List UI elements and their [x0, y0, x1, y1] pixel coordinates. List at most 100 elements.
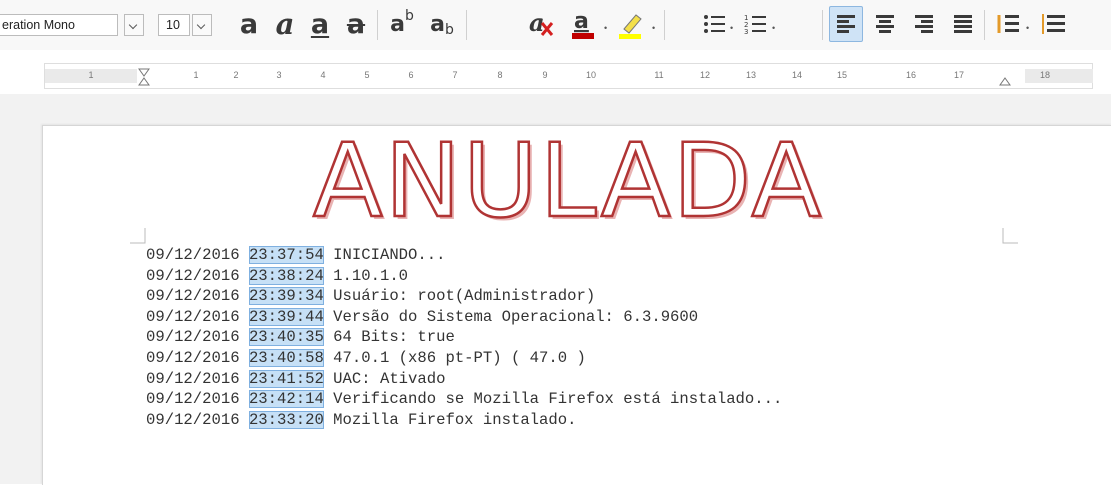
ruler-tick-label: 10	[585, 70, 597, 80]
log-date: 09/12/2016	[146, 287, 240, 306]
log-line: 09/12/2016 23:40:35 64 Bits: true	[146, 327, 782, 348]
superscript-icon[interactable]: ab	[384, 6, 420, 42]
svg-text:a: a	[574, 9, 589, 34]
log-time-selected[interactable]: 23:41:52	[248, 369, 324, 388]
log-message: Mozilla Firefox instalado.	[333, 410, 577, 429]
log-date: 09/12/2016	[146, 410, 240, 429]
bold-icon[interactable]: a	[236, 6, 262, 42]
text-boundary-corner-icon	[130, 228, 146, 244]
log-line: 09/12/2016 23:40:58 47.0.1 (x86 pt-PT) (…	[146, 348, 782, 369]
log-time-selected[interactable]: 23:37:54	[248, 246, 324, 264]
log-line: 09/12/2016 23:39:34 Usuário: root(Admini…	[146, 286, 782, 307]
ruler-tick-label: 18	[1039, 70, 1051, 80]
log-time-selected[interactable]: 23:39:34	[248, 287, 324, 306]
paragraph-spacing-svg	[1042, 14, 1065, 34]
ruler-tick-label: 2	[233, 70, 239, 80]
text-boundary-corner-icon	[1002, 228, 1018, 244]
toolbar-separator	[664, 10, 665, 40]
log-line: 09/12/2016 23:42:14 Verificando se Mozil…	[146, 389, 782, 410]
align-right-icon[interactable]	[907, 6, 941, 42]
ruler-tick-label: 6	[408, 70, 414, 80]
log-date: 09/12/2016	[146, 266, 240, 285]
ruler-tick-label: 7	[452, 70, 458, 80]
justify-icon[interactable]	[946, 6, 980, 42]
subscript-icon[interactable]: ab	[424, 6, 460, 42]
numbered-list-dropdown-icon[interactable]: •	[772, 23, 775, 33]
align-right-svg	[915, 15, 933, 33]
line-spacing-svg	[997, 15, 1019, 33]
superscript-glyph: a	[390, 11, 405, 37]
log-message: INICIANDO...	[333, 246, 446, 264]
ruler-tick-label: 14	[791, 70, 803, 80]
log-message: 47.0.1 (x86 pt-PT) ( 47.0 )	[333, 348, 586, 367]
ruler-tick-label: 3	[276, 70, 282, 80]
subscript-small-glyph: b	[444, 22, 454, 38]
ruler-tick-label: 12	[699, 70, 711, 80]
toolbar-separator	[466, 10, 467, 40]
line-spacing-dropdown-icon[interactable]: •	[1026, 23, 1029, 33]
log-date: 09/12/2016	[146, 246, 240, 264]
line-spacing-icon[interactable]	[992, 6, 1024, 42]
font-name-dropdown-button[interactable]	[124, 14, 144, 36]
log-time-selected[interactable]: 23:40:35	[248, 328, 324, 347]
log-time-selected[interactable]: 23:38:24	[248, 266, 324, 285]
ruler-right-margin	[1025, 69, 1093, 83]
highlight-icon[interactable]	[614, 6, 648, 42]
italic-icon[interactable]: a	[272, 6, 298, 42]
log-message: 1.10.1.0	[333, 266, 409, 285]
highlight-dropdown-icon[interactable]: •	[652, 23, 655, 33]
underline-icon[interactable]: a	[307, 6, 333, 42]
font-color-icon[interactable]: a	[566, 6, 600, 42]
align-center-svg	[876, 15, 894, 33]
ruler-tick-label: 11	[654, 70, 664, 80]
log-time-selected[interactable]: 23:39:44	[248, 307, 324, 326]
log-date: 09/12/2016	[146, 307, 240, 326]
log-message: 64 Bits: true	[333, 328, 455, 347]
log-time-selected[interactable]: 23:33:20	[248, 410, 324, 429]
log-message: Versão do Sistema Operacional: 6.3.9600	[333, 307, 699, 326]
ruler-tick-label: 5	[364, 70, 370, 80]
ruler-tick-label: 1	[88, 70, 94, 80]
ruler-tick-label: 8	[497, 70, 503, 80]
align-left-icon[interactable]	[829, 6, 863, 42]
ruler-tick-label: 15	[836, 70, 848, 80]
clear-formatting-icon[interactable]: a	[524, 6, 558, 42]
highlight-svg	[619, 14, 642, 39]
clear-formatting-svg: a	[529, 9, 554, 37]
align-center-icon[interactable]	[868, 6, 902, 42]
log-time-selected[interactable]: 23:40:58	[248, 348, 324, 367]
strikethrough-icon[interactable]: a	[343, 6, 369, 42]
paragraph-spacing-icon[interactable]	[1038, 6, 1070, 42]
log-message: Usuário: root(Administrador)	[333, 287, 596, 306]
justify-svg	[954, 15, 972, 33]
log-line: 09/12/2016 23:39:44 Versão do Sistema Op…	[146, 307, 782, 328]
log-time-selected[interactable]: 23:42:14	[248, 390, 324, 409]
log-text-body[interactable]: 09/12/2016 23:37:54 INICIANDO... 09/12/20…	[146, 245, 782, 430]
log-date: 09/12/2016	[146, 390, 240, 409]
font-color-svg: a	[572, 9, 594, 39]
font-size-combobox[interactable]: 10	[158, 14, 190, 36]
formatting-toolbar: eration Mono 10 a a a a ab ab a a • • • …	[0, 0, 1111, 50]
ruler-tick-label: 13	[745, 70, 757, 80]
toolbar-separator	[377, 10, 378, 40]
bullet-list-dropdown-icon[interactable]: •	[730, 23, 733, 33]
bullet-list-svg	[704, 15, 725, 33]
font-color-dropdown-icon[interactable]: •	[604, 23, 607, 33]
svg-text:3: 3	[744, 28, 748, 35]
numbered-list-svg: 1 2 3	[744, 14, 766, 35]
superscript-small-glyph: b	[404, 8, 414, 24]
numbered-list-icon[interactable]: 1 2 3	[741, 6, 771, 42]
left-indent-marker-icon[interactable]	[138, 68, 150, 86]
bullet-list-icon[interactable]	[700, 6, 730, 42]
ruler-tick-label: 16	[905, 70, 917, 80]
horizontal-ruler[interactable]: 1 1 2 3 4 5 6 7 8 9 10 11 12 13 14 15 16…	[44, 63, 1093, 89]
log-line: 09/12/2016 23:41:52 UAC: Ativado	[146, 369, 782, 390]
ruler-tick-label: 9	[542, 70, 548, 80]
log-date: 09/12/2016	[146, 369, 240, 388]
right-indent-marker-icon[interactable]	[999, 68, 1011, 86]
font-name-combobox[interactable]: eration Mono	[0, 14, 118, 36]
log-line: 09/12/2016 23:33:20 Mozilla Firefox inst…	[146, 410, 782, 431]
align-left-svg	[837, 15, 855, 33]
font-size-dropdown-button[interactable]	[192, 14, 212, 36]
anulada-stamp: ANULADA	[312, 122, 824, 241]
